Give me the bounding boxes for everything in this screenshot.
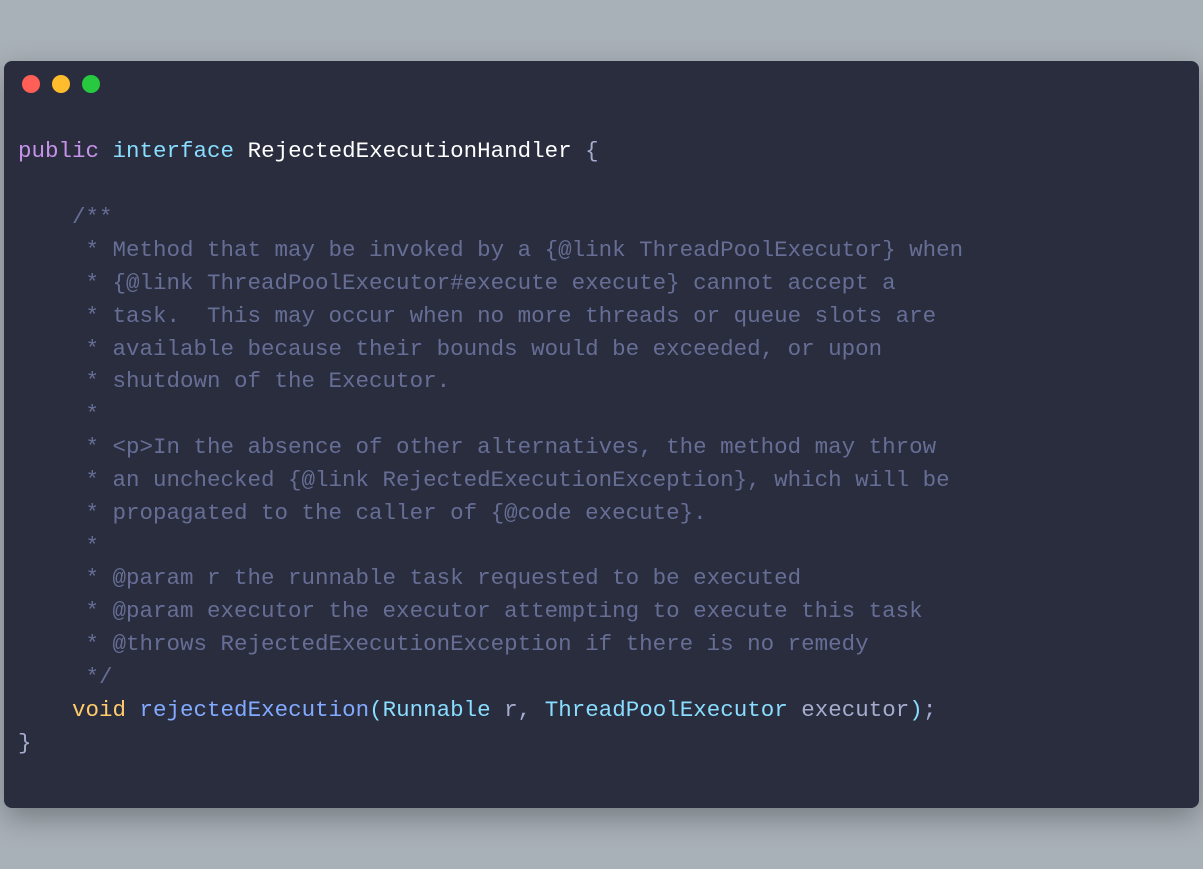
comma: , <box>518 697 532 723</box>
keyword-void: void <box>72 697 126 723</box>
javadoc-line: * <box>18 401 99 427</box>
javadoc-line: /** <box>18 204 113 230</box>
indent <box>18 697 72 723</box>
close-brace: } <box>18 730 32 756</box>
paren-close: ) <box>909 697 923 723</box>
javadoc-line: * available because their bounds would b… <box>18 336 882 362</box>
javadoc-line: * @throws RejectedExecutionException if … <box>18 631 869 657</box>
javadoc-line: * shutdown of the Executor. <box>18 368 450 394</box>
open-brace: { <box>585 138 599 164</box>
minimize-icon[interactable] <box>52 75 70 93</box>
javadoc-line: * Method that may be invoked by a {@link… <box>18 237 963 263</box>
javadoc-line: * @param r the runnable task requested t… <box>18 565 801 591</box>
code-window: public interface RejectedExecutionHandle… <box>4 61 1199 807</box>
semicolon: ; <box>923 697 937 723</box>
param-executor: executor <box>801 697 909 723</box>
javadoc-line: * {@link ThreadPoolExecutor#execute exec… <box>18 270 896 296</box>
javadoc-line: * <p>In the absence of other alternative… <box>18 434 936 460</box>
javadoc-line: * an unchecked {@link RejectedExecutionE… <box>18 467 950 493</box>
method-name: rejectedExecution <box>140 697 370 723</box>
close-icon[interactable] <box>22 75 40 93</box>
code-editor[interactable]: public interface RejectedExecutionHandle… <box>4 107 1199 807</box>
type-runnable: Runnable <box>383 697 491 723</box>
javadoc-line: * propagated to the caller of {@code exe… <box>18 500 707 526</box>
javadoc-line: * <box>18 533 99 559</box>
javadoc-line: */ <box>18 664 113 690</box>
keyword-interface: interface <box>113 138 235 164</box>
type-threadpoolexecutor: ThreadPoolExecutor <box>545 697 788 723</box>
maximize-icon[interactable] <box>82 75 100 93</box>
class-name: RejectedExecutionHandler <box>248 138 572 164</box>
keyword-public: public <box>18 138 99 164</box>
titlebar <box>4 61 1199 107</box>
param-r: r <box>504 697 518 723</box>
paren-open: ( <box>369 697 383 723</box>
javadoc-line: * task. This may occur when no more thre… <box>18 303 936 329</box>
javadoc-line: * @param executor the executor attemptin… <box>18 598 923 624</box>
